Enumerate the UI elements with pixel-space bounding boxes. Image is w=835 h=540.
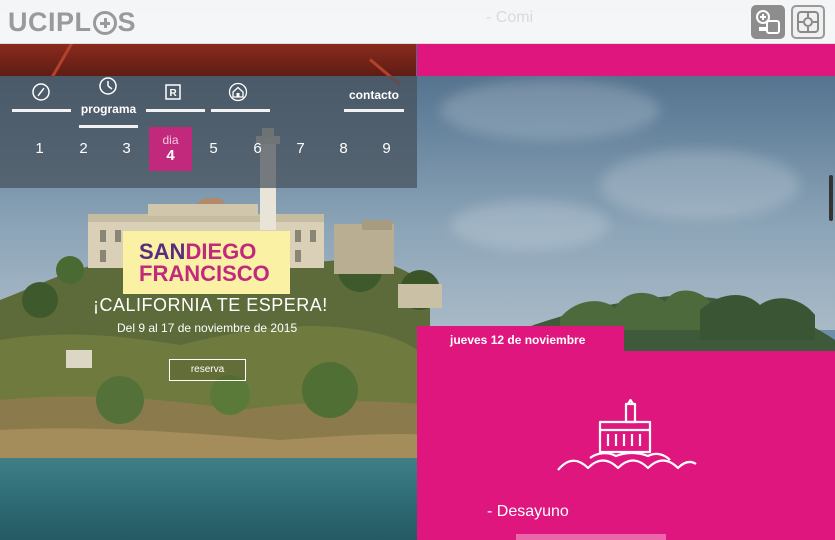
schedule-item-next <box>516 534 666 540</box>
top-bar: UCIPL S - Comi <box>0 0 835 44</box>
tab-reserva[interactable]: R <box>146 76 205 112</box>
day-7[interactable]: 7 <box>279 127 322 171</box>
day-5[interactable]: 5 <box>192 127 235 171</box>
event-dates: Del 9 al 17 de noviembre de 2015 <box>117 321 298 335</box>
tab-programa-label: programa <box>80 102 137 116</box>
svg-text:R: R <box>170 88 178 99</box>
day-number: 4 <box>166 147 175 164</box>
gear-icon <box>797 11 819 33</box>
house-icon <box>228 82 248 102</box>
day-8[interactable]: 8 <box>322 127 365 171</box>
tab-underline <box>211 109 270 112</box>
tab-contacto-label: contacto <box>348 88 399 102</box>
tab-alojamiento[interactable] <box>211 76 270 112</box>
tab-contacto[interactable]: contacto <box>344 76 404 112</box>
pink-header-strip <box>417 44 835 76</box>
reserva-button[interactable]: reserva <box>169 359 246 381</box>
day-9[interactable]: 9 <box>365 127 408 171</box>
tab-underline <box>12 109 71 112</box>
uciplus-logo[interactable]: UCIPL S <box>8 7 136 37</box>
settings-button[interactable] <box>791 5 825 39</box>
menu-ghost-text: - Comi <box>486 9 534 26</box>
event-logo-line2: FRANCISCO <box>139 261 270 286</box>
clock-icon <box>99 77 117 95</box>
day-6[interactable]: 6 <box>236 127 279 171</box>
tagline: ¡CALIFORNIA TE ESPERA! <box>93 295 328 315</box>
tab-underline <box>146 109 205 112</box>
tab-underline <box>344 109 404 112</box>
logo-text-left: UCIPL <box>8 6 92 37</box>
schedule-item: - Desayuno <box>487 503 569 520</box>
accessibility-icon <box>756 10 780 34</box>
navigation-panel: programa R contacto 1 2 3 dia 4 5 6 7 8 … <box>0 76 417 188</box>
day-selector: 1 2 3 dia 4 5 6 7 8 9 <box>18 127 398 171</box>
day-1[interactable]: 1 <box>18 127 61 171</box>
tab-programa[interactable]: programa <box>79 76 138 128</box>
event-logo-card: SANDIEGO FRANCISCO <box>123 231 290 294</box>
page-scrollbar[interactable] <box>829 175 833 221</box>
logo-plus-icon <box>92 11 117 35</box>
r-icon: R <box>165 84 181 100</box>
compass-icon <box>32 83 50 101</box>
alcatraz-island-icon <box>557 398 697 471</box>
day-3[interactable]: 3 <box>105 127 148 171</box>
logo-text-right: S <box>117 6 137 37</box>
day-4-active[interactable]: dia 4 <box>149 127 192 171</box>
day-2[interactable]: 2 <box>62 127 105 171</box>
schedule-panel <box>417 351 835 540</box>
accessibility-button[interactable] <box>751 5 785 39</box>
schedule-date-tab: jueves 12 de noviembre <box>417 326 624 351</box>
tab-info[interactable] <box>12 76 71 112</box>
day-word: dia <box>162 133 179 147</box>
